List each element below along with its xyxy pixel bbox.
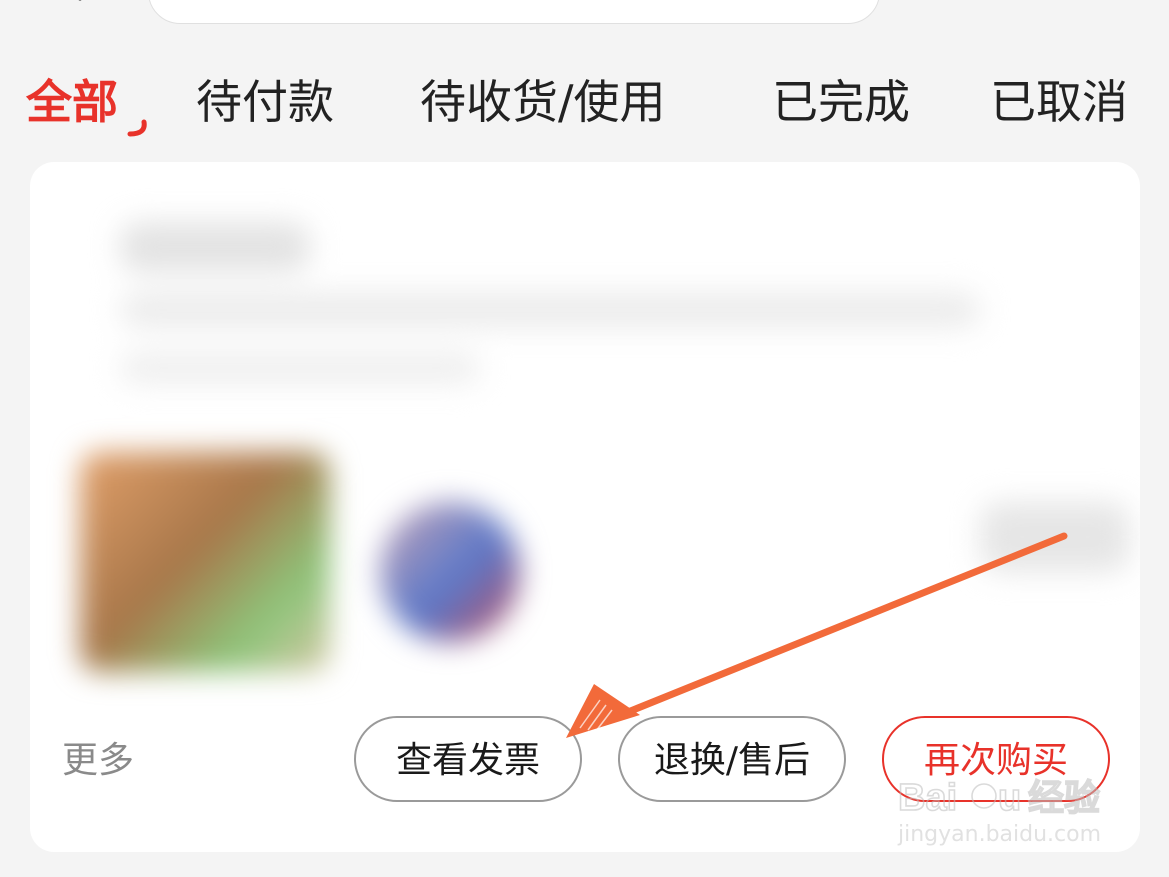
top-bar [0,0,1169,30]
blurred-order-details [60,182,1140,702]
view-invoice-button[interactable]: 查看发票 [354,716,582,802]
svg-text:u: u [998,777,1021,819]
return-exchange-button[interactable]: 退换/售后 [618,716,846,802]
tab-cancelled[interactable]: 已取消 [990,74,1128,130]
baidu-jingyan-watermark: Bai u 经验 jingyan.baidu.com [897,772,1148,854]
watermark-url: jingyan.baidu.com [898,822,1102,847]
svg-text:Bai: Bai [898,777,957,819]
tab-pending-payment[interactable]: 待付款 [196,74,334,130]
svg-text:经验: 经验 [1028,778,1100,819]
tab-to-receive-use[interactable]: 待收货/使用 [420,74,666,130]
more-actions-link[interactable]: 更多 [62,738,134,784]
order-status-tabs: 全部 待付款 待收货/使用 已完成 已取消 [0,62,1169,152]
tab-all[interactable]: 全部 [26,74,118,130]
chevron-left-icon[interactable] [70,0,102,14]
search-input[interactable] [148,0,880,24]
tab-completed[interactable]: 已完成 [772,74,910,130]
baidu-logo-icon: Bai u 经验 [897,776,1101,820]
tab-active-hook-icon [127,119,147,137]
order-card[interactable]: 更多 查看发票 退换/售后 再次购买 [30,162,1140,852]
